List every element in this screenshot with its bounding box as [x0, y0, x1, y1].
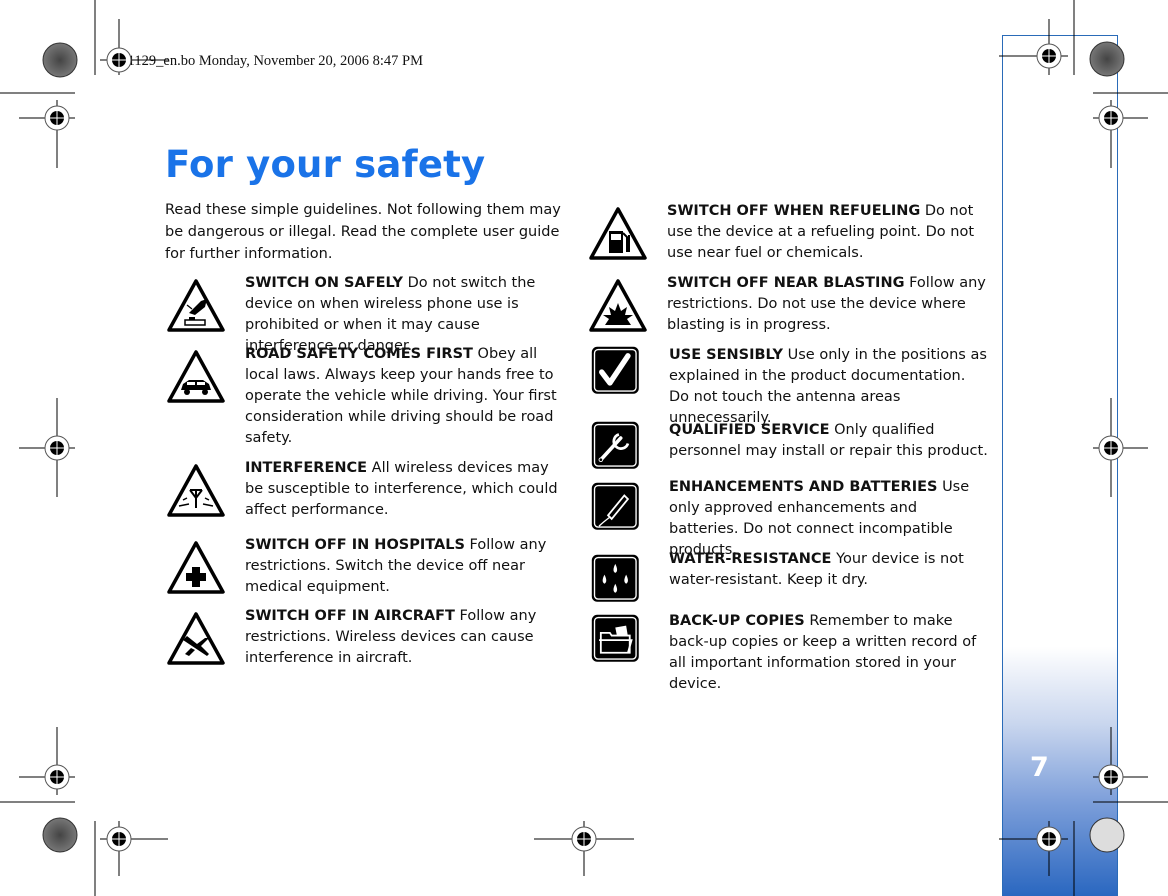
- item-heading: SWITCH OFF IN HOSPITALS: [245, 537, 465, 553]
- print-header-stamp: R1129_en.bo Monday, November 20, 2006 8:…: [118, 53, 424, 69]
- explosion-icon: [589, 279, 647, 332]
- item-heading: QUALIFIED SERVICE: [669, 422, 830, 438]
- hospital-cross-icon: [167, 541, 225, 594]
- item-heading: SWITCH OFF IN AIRCRAFT: [245, 608, 455, 624]
- item-heading: USE SENSIBLY: [669, 347, 784, 363]
- item-heading: WATER-RESISTANCE: [669, 551, 832, 567]
- car-icon: [167, 350, 225, 403]
- star-target-icon: [42, 817, 78, 853]
- switch-on-hand-icon: [167, 279, 225, 332]
- star-target-icon: [42, 42, 78, 78]
- printer-crop-marks: [0, 0, 1168, 896]
- checkmark-icon: [591, 346, 639, 394]
- page-number: 7: [1030, 752, 1049, 783]
- item-heading: INTERFERENCE: [245, 460, 368, 476]
- interference-antenna-icon: [167, 464, 225, 517]
- fuel-pump-icon: [589, 207, 647, 260]
- item-heading: ROAD SAFETY COMES FIRST: [245, 346, 473, 362]
- airplane-icon: [167, 612, 225, 665]
- item-heading: ENHANCEMENTS AND BATTERIES: [669, 479, 938, 495]
- intro-paragraph: Read these simple guidelines. Not follow…: [165, 202, 561, 262]
- item-heading: BACK-UP COPIES: [669, 613, 805, 629]
- item-heading: SWITCH ON SAFELY: [245, 275, 404, 291]
- page-title: For your safety: [165, 143, 486, 186]
- wrench-icon: [591, 421, 639, 469]
- enhancement-cable-icon: [591, 482, 639, 530]
- water-drops-icon: [591, 554, 639, 602]
- item-heading: SWITCH OFF WHEN REFUELING: [667, 203, 921, 219]
- page-side-tab: [1002, 35, 1118, 896]
- folder-icon: [591, 614, 639, 662]
- item-heading: SWITCH OFF NEAR BLASTING: [667, 275, 905, 291]
